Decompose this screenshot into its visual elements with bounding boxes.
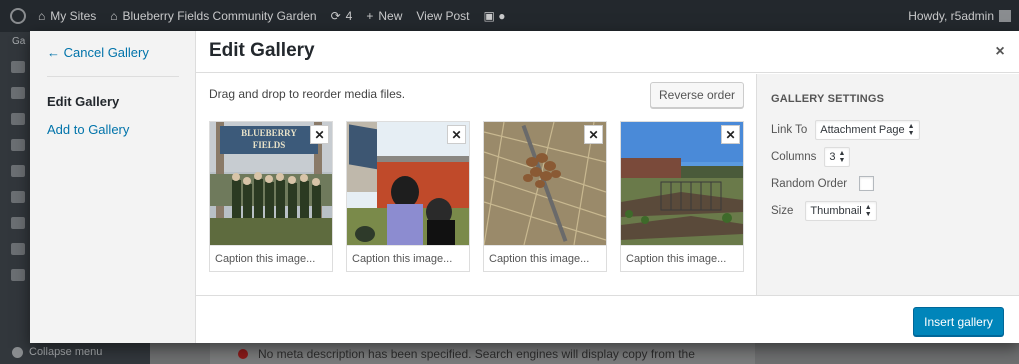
menu-separator xyxy=(47,76,179,77)
menu-icon[interactable] xyxy=(11,191,25,203)
gallery-attachment[interactable]: Caption this image... ✕ xyxy=(483,121,607,272)
select-arrows-icon: ▲ ▼ xyxy=(864,204,872,218)
menu-icon[interactable] xyxy=(11,217,25,229)
updates-menu[interactable]: ⟳ 4 xyxy=(331,9,353,23)
home-icon: ⌂ xyxy=(110,9,118,23)
sites-icon: ⌂ xyxy=(38,9,46,23)
columns-row: Columns 3 ▲ ▼ xyxy=(771,147,851,167)
sign-text-line2: FIELDS xyxy=(253,140,286,150)
menu-item-edit-gallery[interactable]: Edit Gallery xyxy=(47,94,119,109)
updates-icon: ⟳ xyxy=(330,9,341,23)
random-order-label: Random Order xyxy=(771,177,848,190)
account-menu[interactable]: Howdy, r5admin xyxy=(908,0,1011,32)
size-select[interactable]: Thumbnail ▲ ▼ xyxy=(805,201,877,221)
media-menu: ← Cancel Gallery Edit Gallery Add to Gal… xyxy=(30,31,196,343)
reverse-order-button[interactable]: Reverse order xyxy=(650,82,744,108)
seo-icon[interactable]: ▣ ● xyxy=(484,9,506,23)
menu-icon[interactable] xyxy=(11,87,25,99)
link-to-row: Link To Attachment Page ▲ ▼ xyxy=(771,120,920,140)
modal-title: Edit Gallery xyxy=(209,40,315,61)
gallery-attachment[interactable]: BLUEBERRY FIELDS Caption this image... ✕ xyxy=(209,121,333,272)
link-to-select[interactable]: Attachment Page ▲ ▼ xyxy=(815,120,920,140)
remove-icon[interactable]: ✕ xyxy=(310,125,329,144)
avatar xyxy=(999,10,1011,22)
gallery-attachment[interactable]: Caption this image... ✕ xyxy=(346,121,470,272)
random-order-checkbox[interactable] xyxy=(859,176,875,191)
new-content-menu[interactable]: + New xyxy=(366,9,402,23)
menu-icon[interactable] xyxy=(11,61,25,73)
view-post-link[interactable]: View Post xyxy=(416,9,469,23)
select-arrows-icon: ▲ ▼ xyxy=(907,123,915,137)
error-dot-icon xyxy=(238,349,248,359)
edit-gallery-modal: ← Cancel Gallery Edit Gallery Add to Gal… xyxy=(30,31,1019,343)
site-name-menu[interactable]: ⌂ Blueberry Fields Community Garden xyxy=(110,9,316,23)
menu-icon[interactable] xyxy=(11,113,25,125)
cancel-gallery-link[interactable]: ← Cancel Gallery xyxy=(47,45,149,60)
reorder-hint: Drag and drop to reorder media files. xyxy=(209,87,406,101)
caption-field[interactable]: Caption this image... xyxy=(484,245,606,271)
plus-icon: + xyxy=(366,9,374,23)
gallery-attachment[interactable]: Caption this image... ✕ xyxy=(620,121,744,272)
gallery-settings-sidebar: GALLERY SETTINGS Link To Attachment Page… xyxy=(756,74,1019,295)
columns-label: Columns xyxy=(771,151,817,163)
columns-select[interactable]: 3 ▲ ▼ xyxy=(824,147,851,167)
menu-item-add-to-gallery[interactable]: Add to Gallery xyxy=(47,122,129,137)
sign-text-line1: BLUEBERRY xyxy=(241,128,297,138)
size-row: Size Thumbnail ▲ ▼ xyxy=(771,201,877,221)
size-label: Size xyxy=(771,205,794,217)
caption-field[interactable]: Caption this image... xyxy=(210,245,332,271)
menu-icon[interactable] xyxy=(11,165,25,177)
seo-notice: No meta description has been specified. … xyxy=(210,343,755,364)
wordpress-logo-icon[interactable] xyxy=(10,8,26,24)
gallery-settings-heading: GALLERY SETTINGS xyxy=(771,93,885,105)
remove-icon[interactable]: ✕ xyxy=(584,125,603,144)
menu-icon[interactable] xyxy=(11,243,25,255)
gallery-content: Drag and drop to reorder media files. Re… xyxy=(196,74,756,295)
caption-field[interactable]: Caption this image... xyxy=(347,245,469,271)
caption-field[interactable]: Caption this image... xyxy=(621,245,743,271)
collapse-icon xyxy=(12,346,23,358)
insert-gallery-button[interactable]: Insert gallery xyxy=(913,307,1004,336)
remove-icon[interactable]: ✕ xyxy=(447,125,466,144)
collapse-menu[interactable]: Collapse menu xyxy=(0,340,150,364)
menu-icon[interactable] xyxy=(11,269,25,281)
close-icon[interactable]: × xyxy=(980,31,1019,73)
my-sites-menu[interactable]: ⌂ My Sites xyxy=(38,9,96,23)
modal-title-bar: Edit Gallery × xyxy=(196,31,1019,73)
modal-toolbar: Insert gallery xyxy=(196,295,1019,343)
link-to-label: Link To xyxy=(771,124,808,136)
menu-icon[interactable] xyxy=(11,139,25,151)
admin-bar: ⌂ My Sites ⌂ Blueberry Fields Community … xyxy=(0,0,1019,32)
select-arrows-icon: ▲ ▼ xyxy=(838,150,846,164)
remove-icon[interactable]: ✕ xyxy=(721,125,740,144)
random-order-row: Random Order xyxy=(771,176,875,191)
